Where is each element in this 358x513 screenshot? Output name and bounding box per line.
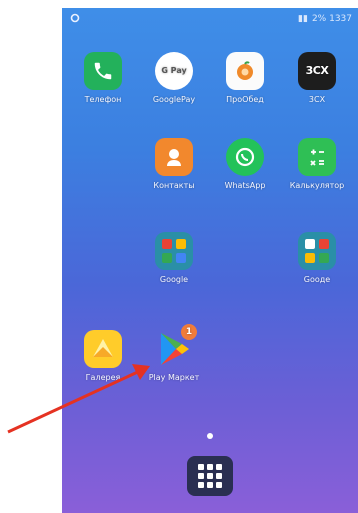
app-contacts[interactable]: Контакты xyxy=(139,138,209,191)
signal-icon: ▮▮ xyxy=(298,14,308,24)
play-store-icon: 1 xyxy=(155,324,197,368)
app-3cx[interactable]: 3CX 3CX xyxy=(282,52,352,105)
folder-label: Gooдe xyxy=(303,275,331,284)
google-pay-icon: G Pay xyxy=(155,52,193,90)
folder-google-2[interactable]: Gooдe xyxy=(282,232,352,285)
folder-label: Google xyxy=(159,275,189,284)
calculator-icon xyxy=(298,138,336,176)
notification-badge: 1 xyxy=(181,324,197,340)
app-gallery[interactable]: Галерея xyxy=(68,330,138,383)
app-label: 3CX xyxy=(308,95,326,104)
app-proobed[interactable]: ПроОбед xyxy=(210,52,280,105)
app-googlepay[interactable]: G Pay GooglePay xyxy=(139,52,209,105)
contacts-icon xyxy=(155,138,193,176)
folder-google-1[interactable]: Google xyxy=(139,232,209,285)
status-right-text: 2% 1337 xyxy=(311,14,352,24)
page-indicator-dot xyxy=(207,433,213,439)
app-label: Телефон xyxy=(84,95,122,104)
app-label: ПроОбед xyxy=(226,95,264,104)
app-label: Калькулятор xyxy=(289,181,345,190)
status-bar: ▮▮ 2% 1337 xyxy=(62,8,358,30)
app-label: WhatsApp xyxy=(224,181,266,190)
app-calculator[interactable]: Калькулятор xyxy=(282,138,352,191)
app-whatsapp[interactable]: WhatsApp xyxy=(210,138,280,191)
3cx-icon: 3CX xyxy=(298,52,336,90)
app-label: Галерея xyxy=(85,373,121,382)
app-label: GooglePay xyxy=(152,95,196,104)
settings-status-icon xyxy=(70,13,80,23)
folder-icon xyxy=(298,232,336,270)
folder-icon xyxy=(155,232,193,270)
whatsapp-icon xyxy=(226,138,264,176)
phone-screen: ▮▮ 2% 1337 Телефон G Pay GooglePay ПроОб… xyxy=(62,8,358,513)
app-phone[interactable]: Телефон xyxy=(68,52,138,105)
app-drawer-button[interactable] xyxy=(187,456,233,496)
gallery-icon xyxy=(84,330,122,368)
app-label: Контакты xyxy=(153,181,195,190)
status-indicators: ▮▮ 2% 1337 xyxy=(298,14,352,24)
orange-icon xyxy=(226,52,264,90)
app-play-market[interactable]: 1 Play Маркет xyxy=(139,324,209,383)
app-label: Play Маркет xyxy=(148,373,200,382)
phone-icon xyxy=(84,52,122,90)
